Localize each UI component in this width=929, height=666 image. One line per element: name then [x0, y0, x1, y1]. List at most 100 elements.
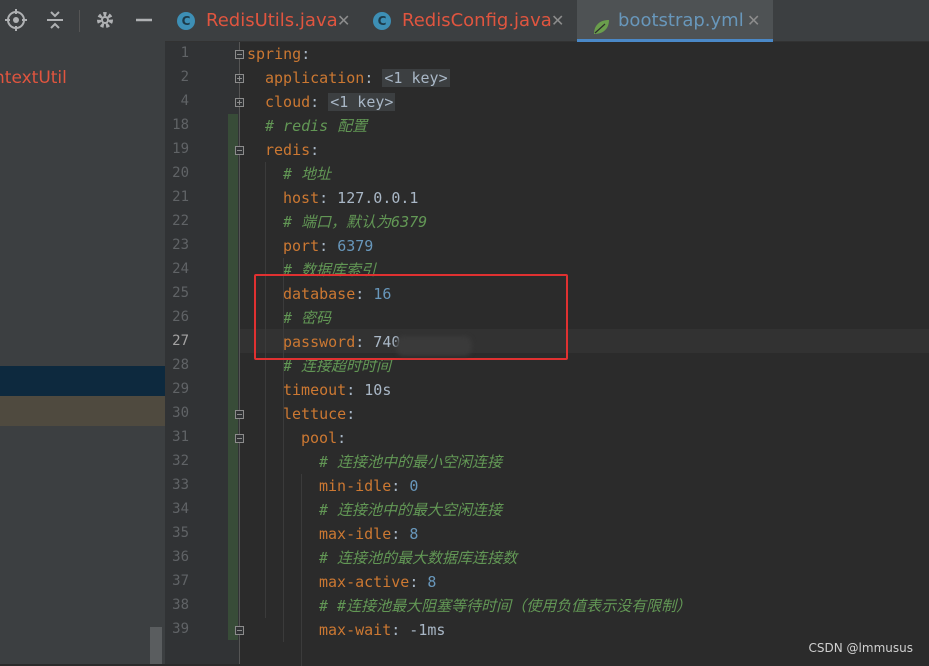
expand-fold-icon[interactable]	[235, 98, 244, 107]
close-icon[interactable]: ✕	[747, 0, 760, 42]
tab-label: RedisConfig.java	[402, 10, 552, 31]
project-tree-selected-row[interactable]	[0, 366, 165, 396]
collapse-icon[interactable]	[43, 8, 67, 32]
code-line[interactable]: cloud: <1 key>	[265, 90, 396, 114]
tab-redisutils[interactable]: C RedisUtils.java ✕	[165, 0, 361, 42]
collapse-fold-icon[interactable]	[235, 410, 244, 419]
line-number: 28	[172, 357, 189, 373]
collapse-fold-icon[interactable]	[235, 146, 244, 155]
line-number: 26	[172, 309, 189, 325]
code-line[interactable]: spring:	[247, 42, 310, 66]
yaml-key: max-active	[319, 573, 410, 591]
code-line[interactable]: # redis 配置	[265, 114, 367, 138]
crosshair-icon[interactable]	[4, 8, 28, 32]
code-line[interactable]: max-active: 8	[319, 570, 436, 594]
folded-placeholder[interactable]: <1 key>	[328, 93, 396, 111]
yaml-comment: # 端口，默认为6379	[283, 213, 428, 231]
tab-redisconfig[interactable]: C RedisConfig.java ✕	[361, 0, 577, 42]
line-number: 21	[172, 189, 189, 205]
code-line[interactable]: pool:	[301, 426, 346, 450]
project-panel: ntextUtil	[0, 42, 165, 664]
collapse-fold-icon[interactable]	[235, 50, 244, 59]
code-line[interactable]: min-idle: 0	[319, 474, 418, 498]
line-number: 20	[172, 165, 189, 181]
indent-guide	[301, 474, 302, 666]
code-line[interactable]: redis:	[265, 138, 319, 162]
yaml-value: :	[391, 525, 410, 543]
line-number: 35	[172, 525, 189, 541]
yaml-key: lettuce	[283, 405, 347, 423]
yaml-key: max-idle	[319, 525, 392, 543]
line-number: 33	[172, 477, 189, 493]
line-number: 4	[180, 93, 189, 109]
code-line[interactable]: # 连接池中的最小空闲连接	[319, 450, 502, 474]
yaml-comment: # #连接池最大阻塞等待时间（使用负值表示没有限制）	[319, 597, 692, 615]
collapse-fold-icon[interactable]	[235, 434, 244, 443]
line-number: 37	[172, 573, 189, 589]
yaml-key: port	[283, 237, 320, 255]
project-tree-row[interactable]	[0, 396, 165, 426]
line-number: 36	[172, 549, 189, 565]
yaml-value: :	[301, 45, 311, 63]
code-line[interactable]: port: 6379	[283, 234, 373, 258]
collapse-fold-icon[interactable]	[235, 626, 244, 635]
yaml-value: :	[310, 141, 320, 159]
close-icon[interactable]: ✕	[551, 0, 564, 42]
yaml-key: host	[283, 189, 320, 207]
yaml-value: :	[310, 93, 329, 111]
code-line[interactable]: host: 127.0.0.1	[283, 186, 418, 210]
line-number: 32	[172, 453, 189, 469]
project-tree-item[interactable]: ntextUtil	[0, 68, 67, 88]
toolbar-separator	[79, 10, 80, 32]
code-line[interactable]: # 地址	[283, 162, 331, 186]
project-toolbar	[0, 0, 165, 42]
line-number: 23	[172, 237, 189, 253]
code-line[interactable]: # 端口，默认为6379	[283, 210, 427, 234]
yaml-key: timeout	[283, 381, 347, 399]
line-number: 34	[172, 501, 189, 517]
yaml-value: : -1ms	[391, 621, 446, 639]
code-line[interactable]: max-idle: 8	[319, 522, 418, 546]
tab-bootstrap-yml[interactable]: bootstrap.yml ✕	[577, 0, 773, 42]
gutter-divider	[239, 42, 240, 664]
yaml-key: pool	[301, 429, 338, 447]
yaml-number: 6379	[337, 237, 374, 255]
code-line[interactable]: # #连接池最大阻塞等待时间（使用负值表示没有限制）	[319, 594, 691, 618]
line-number: 1	[180, 45, 189, 61]
indent-guide	[265, 162, 266, 618]
tab-label: bootstrap.yml	[618, 10, 744, 31]
spring-leaf-icon	[591, 11, 611, 34]
close-icon[interactable]: ✕	[337, 0, 350, 42]
line-number: 39	[172, 621, 189, 637]
code-line[interactable]: application: <1 key>	[265, 66, 450, 90]
minimize-icon[interactable]	[132, 8, 156, 32]
watermark: CSDN @lmmusus	[808, 641, 913, 655]
yaml-number: 8	[427, 573, 437, 591]
line-number: 29	[172, 381, 189, 397]
yaml-comment: # 连接池中的最小空闲连接	[319, 453, 503, 471]
scrollbar-thumb[interactable]	[150, 627, 162, 664]
folded-placeholder[interactable]: <1 key>	[382, 69, 450, 87]
yaml-value: :	[346, 405, 356, 423]
yaml-comment: # 连接池中的最大空闲连接	[319, 501, 503, 519]
code-line[interactable]: timeout: 10s	[283, 378, 391, 402]
vcs-change-marker[interactable]	[228, 114, 238, 640]
line-number: 30	[172, 405, 189, 421]
editor-tab-bar: C RedisUtils.java ✕ C RedisConfig.java ✕…	[165, 0, 929, 42]
yaml-key: max-wait	[319, 621, 392, 639]
expand-fold-icon[interactable]	[235, 74, 244, 83]
yaml-comment: # 地址	[283, 165, 332, 183]
code-line[interactable]: max-wait: -1ms	[319, 618, 445, 642]
code-line[interactable]: # 连接池的最大数据库连接数	[319, 546, 517, 570]
line-number: 31	[172, 429, 189, 445]
yaml-comment: # redis 配置	[265, 117, 368, 135]
java-class-icon: C	[373, 12, 391, 30]
line-number: 38	[172, 597, 189, 613]
yaml-key: application	[265, 69, 365, 87]
code-line[interactable]: lettuce:	[283, 402, 355, 426]
yaml-value: :	[391, 477, 410, 495]
line-number: 19	[172, 141, 189, 157]
gear-icon[interactable]	[93, 8, 117, 32]
yaml-key: min-idle	[319, 477, 392, 495]
code-line[interactable]: # 连接池中的最大空闲连接	[319, 498, 502, 522]
